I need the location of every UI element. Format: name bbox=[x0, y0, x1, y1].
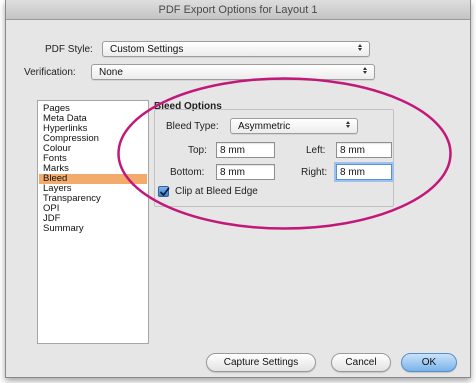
ok-button[interactable]: OK bbox=[401, 353, 457, 372]
right-bleed-field[interactable] bbox=[336, 164, 392, 180]
bottom-bleed-field[interactable] bbox=[216, 164, 275, 180]
cancel-button[interactable]: Cancel bbox=[331, 353, 391, 372]
pdf-style-label: PDF Style: bbox=[45, 44, 93, 55]
clip-at-bleed-edge-checkbox[interactable] bbox=[158, 186, 170, 197]
popup-arrows-icon bbox=[356, 42, 364, 56]
top-label: Top: bbox=[188, 145, 207, 156]
capture-settings-button[interactable]: Capture Settings bbox=[206, 353, 316, 372]
popup-arrows-icon bbox=[361, 65, 369, 79]
top-bleed-input[interactable] bbox=[217, 143, 274, 157]
pdf-style-popup[interactable]: Custom Settings bbox=[102, 41, 370, 57]
bleed-type-popup[interactable]: Asymmetric bbox=[230, 118, 358, 134]
pdf-export-options-dialog: PDF Export Options for Layout 1 PDF Styl… bbox=[5, 0, 471, 378]
bleed-type-value: Asymmetric bbox=[238, 121, 291, 132]
category-list[interactable]: Pages Meta Data Hyperlinks Compression C… bbox=[37, 100, 149, 344]
dialog-title: PDF Export Options for Layout 1 bbox=[6, 0, 470, 20]
right-label: Right: bbox=[301, 167, 328, 178]
left-bleed-input[interactable] bbox=[337, 143, 391, 157]
top-bleed-field[interactable] bbox=[216, 142, 275, 158]
sidebar-item-summary[interactable]: Summary bbox=[39, 224, 147, 234]
pdf-style-value: Custom Settings bbox=[110, 44, 184, 55]
right-bleed-input[interactable] bbox=[337, 165, 391, 179]
bottom-bleed-input[interactable] bbox=[217, 165, 274, 179]
bleed-type-label: Bleed Type: bbox=[166, 121, 219, 132]
clip-at-bleed-edge-label: Clip at Bleed Edge bbox=[175, 186, 258, 197]
left-label: Left: bbox=[306, 145, 326, 156]
verification-label: Verification: bbox=[24, 67, 76, 78]
left-bleed-field[interactable] bbox=[336, 142, 392, 158]
checkmark-icon bbox=[160, 187, 170, 196]
verification-value: None bbox=[99, 67, 123, 78]
popup-arrows-icon bbox=[344, 119, 352, 133]
verification-popup[interactable]: None bbox=[91, 64, 375, 80]
bottom-label: Bottom: bbox=[170, 167, 205, 178]
